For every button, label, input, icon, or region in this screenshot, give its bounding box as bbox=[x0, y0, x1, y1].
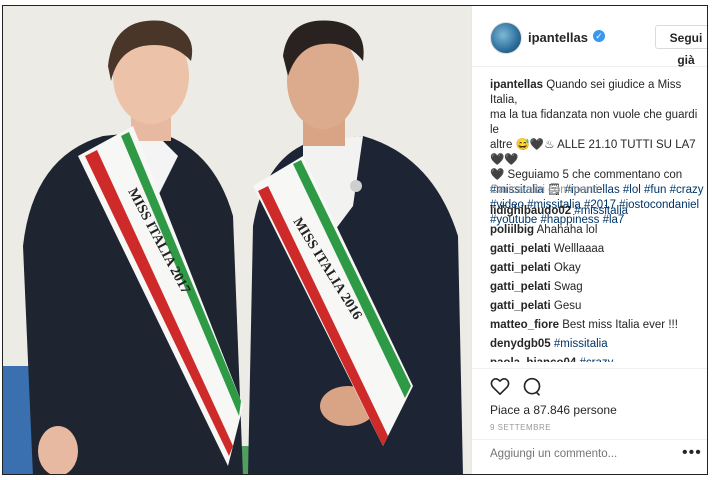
add-comment-input[interactable] bbox=[490, 448, 660, 460]
verified-badge-icon: ✓ bbox=[593, 30, 605, 42]
comment-item: paola_bianco04 #crazy bbox=[490, 354, 704, 362]
post-photo[interactable]: MISS ITALIA 2017 MISS ITALIA 2016 bbox=[3, 6, 471, 474]
comment-username[interactable]: matteo_fiore bbox=[490, 319, 559, 331]
heart-icon[interactable] bbox=[490, 377, 510, 400]
comment-item: gatti_pelati Welllaaaa bbox=[490, 240, 704, 259]
caption-line: 🖤 Seguiamo 5 che commentano con bbox=[490, 169, 683, 181]
caption-line: ma la tua fidanzata non vuole che guardi… bbox=[490, 109, 698, 136]
comment-username[interactable]: paola_bianco04 bbox=[490, 357, 576, 362]
caption-line: altre 😅🖤♨ ALLE 21.10 TUTTI SU LA7 🖤🖤 bbox=[490, 139, 696, 166]
comment-text: Best miss Italia ever !!! bbox=[559, 319, 678, 331]
comment-list: lidighibaudo02 #missitalia poliilbig Ahah… bbox=[490, 202, 704, 362]
comment-text: Gesu bbox=[550, 300, 582, 312]
comment-item: lidighibaudo02 #missitalia bbox=[490, 202, 704, 221]
comment-username[interactable]: lidighibaudo02 bbox=[490, 205, 571, 217]
comment-text: Ahahaha lol bbox=[534, 224, 598, 236]
comment-text: #missitalia bbox=[550, 338, 608, 350]
comment-item: gatti_pelati Gesu bbox=[490, 297, 704, 316]
post-header: ipantellas ✓ Segui già bbox=[472, 6, 707, 67]
post-actions: Piace a 87.846 persone 9 SETTEMBRE ••• bbox=[472, 368, 707, 468]
post-date: 9 SETTEMBRE bbox=[490, 423, 552, 432]
caption-username[interactable]: ipantellas bbox=[490, 79, 543, 91]
comment-username[interactable]: gatti_pelati bbox=[490, 300, 551, 312]
comment-text: #crazy bbox=[576, 357, 613, 362]
comment-text: Okay bbox=[550, 262, 581, 274]
instagram-post-frame: MISS ITALIA 2017 MISS ITALIA 2016 ipante… bbox=[2, 5, 708, 475]
comment-username[interactable]: gatti_pelati bbox=[490, 262, 551, 274]
comment-username[interactable]: gatti_pelati bbox=[490, 243, 551, 255]
follow-button[interactable]: Segui già bbox=[655, 25, 707, 67]
add-comment-bar: ••• bbox=[472, 439, 707, 468]
comment-item: gatti_pelati Okay bbox=[490, 259, 704, 278]
comment-text: Welllaaaa bbox=[550, 243, 605, 255]
comment-username[interactable]: gatti_pelati bbox=[490, 281, 551, 293]
comment-item: denydgb05 #missitalia bbox=[490, 335, 704, 354]
hashtag-link[interactable]: #fun bbox=[644, 184, 666, 196]
username-link[interactable]: ipantellas bbox=[528, 30, 588, 45]
comment-text: #missitalia bbox=[571, 205, 629, 217]
photo-illustration: MISS ITALIA 2017 MISS ITALIA 2016 bbox=[3, 6, 471, 474]
comment-username[interactable]: denydgb05 bbox=[490, 338, 551, 350]
comment-icon[interactable] bbox=[522, 377, 542, 402]
comment-username[interactable]: poliilbig bbox=[490, 224, 534, 236]
more-options-icon[interactable]: ••• bbox=[682, 444, 702, 462]
hashtag-link[interactable]: #lol bbox=[623, 184, 641, 196]
comment-item: matteo_fiore Best miss Italia ever !!! bbox=[490, 316, 704, 335]
like-count[interactable]: Piace a 87.846 persone bbox=[490, 403, 617, 417]
comment-item: poliilbig Ahahaha lol bbox=[490, 221, 704, 240]
comment-text: Swag bbox=[550, 281, 583, 293]
hashtag-link[interactable]: #crazy bbox=[670, 184, 704, 196]
load-more-comments[interactable]: Carica altri commenti bbox=[490, 184, 598, 196]
post-sidebar: ipantellas ✓ Segui già ipantellas Quando… bbox=[471, 6, 707, 474]
comment-item: gatti_pelati Swag bbox=[490, 278, 704, 297]
avatar[interactable] bbox=[490, 22, 522, 54]
